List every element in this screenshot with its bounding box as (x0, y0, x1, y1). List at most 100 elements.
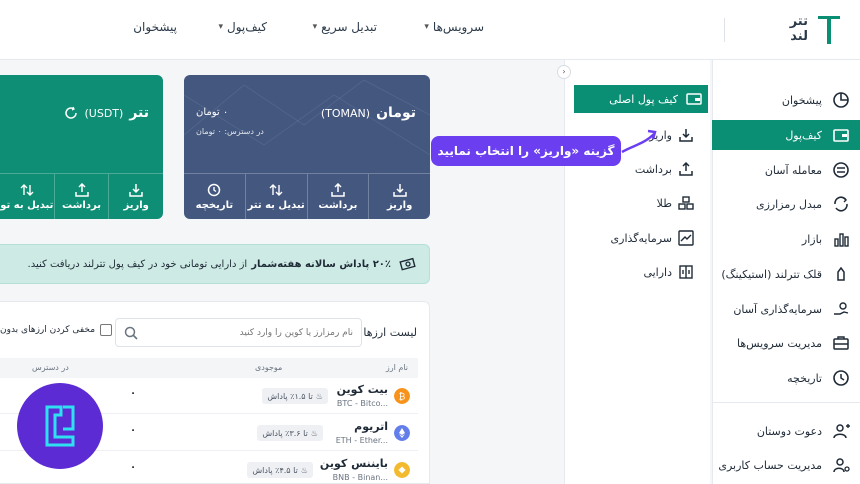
sidebar-item-wallet[interactable]: کیف‌پول (712, 120, 860, 150)
sidebar-item-easy-trade[interactable]: معامله آسان (712, 155, 860, 185)
sidebar-item-market[interactable]: بازار (712, 224, 860, 254)
refresh-icon[interactable] (64, 106, 78, 120)
swap-icon (20, 183, 34, 196)
card-actions: واریز برداشت تبدیل به تو (0, 173, 163, 219)
deposit-icon (679, 129, 693, 142)
toman-convert-button[interactable]: تبدیل به تتر (244, 174, 307, 219)
search-icon[interactable] (124, 326, 138, 340)
asset-list-title: لیست ارزها (363, 326, 417, 339)
converter-icon (834, 196, 848, 212)
submenu-item-gold[interactable]: طلا (576, 190, 698, 216)
toman-withdraw-button[interactable]: برداشت (306, 174, 369, 219)
nav-services[interactable]: سرویس‌ها ▾ (424, 20, 484, 34)
deposit-icon (392, 183, 407, 197)
instruction-tooltip: گزینه «واریز» را انتخاب نمایید (431, 136, 621, 166)
toman-deposit-button[interactable]: واریز (368, 174, 430, 219)
bar-chart-icon (834, 233, 849, 247)
sidebar-item-staking[interactable]: قلک تترلند (استیکینگ) (712, 259, 860, 289)
table-header: نام ارز موجودی در دسترس (0, 358, 418, 378)
nav-wallet[interactable]: کیف‌پول ▾ (218, 20, 267, 34)
sidebar-item-converter[interactable]: مبدل رمزارزی (712, 189, 860, 219)
sidebar-item-label: کیف‌پول (785, 128, 822, 142)
sidebar-item-dashboard[interactable]: پیشخوان (712, 85, 860, 115)
toman-history-button[interactable]: تاریخچه (184, 174, 245, 219)
submenu-item-investment[interactable]: سرمایه‌گذاری (576, 225, 698, 251)
swap-icon (269, 183, 283, 196)
usdt-convert-button[interactable]: تبدیل به تو (0, 174, 54, 219)
sidebar-item-account[interactable]: مدیریت حساب کاربری (712, 450, 860, 480)
usdt-wallet-card: تتر (USDT) واریز برداشت تبدیل به تو (0, 75, 163, 219)
sidebar-item-label: دعوت دوستان (756, 424, 822, 438)
sidebar-item-label: قلک تترلند (استیکینگ) (721, 267, 822, 281)
brand-logo[interactable]: تتر لند (770, 12, 840, 48)
card-currency-code: (USDT) (84, 106, 124, 120)
column-header-balance: موجودی (255, 363, 283, 372)
submenu-label: برداشت (634, 162, 672, 176)
chart-pie-icon (833, 92, 849, 108)
hide-small-checkbox[interactable] (100, 324, 113, 336)
trend-icon (678, 230, 694, 246)
action-label: برداشت (318, 199, 358, 211)
card-currency-name: تومان (376, 105, 416, 121)
wallet-icon (686, 93, 702, 105)
withdraw-icon (74, 182, 89, 197)
sidebar-item-label: بازار (801, 232, 822, 246)
piggy-bank-icon (837, 266, 845, 281)
sidebar-item-label: مدیریت سرویس‌ها (737, 336, 822, 350)
wallet-icon (833, 129, 849, 142)
sidebar-item-history[interactable]: تاریخچه (712, 363, 860, 393)
nav-quick-convert[interactable]: تبدیل سریع ▾ (313, 20, 377, 34)
coin-balance: ۰ (130, 462, 137, 473)
sidebar-item-investment[interactable]: سرمایه‌گذاری آسان (712, 294, 860, 324)
tooltip-text: گزینه «واریز» را انتخاب نمایید (437, 144, 615, 158)
flame-icon: ♨ (310, 428, 318, 438)
collapse-chevron-icon[interactable]: ‹ (557, 65, 571, 79)
card-available: در دسترس: ۰ تومان (196, 127, 264, 136)
reward-banner[interactable]: ۲۰٪ پاداش سالانه هفته‌شمار از دارایی توم… (0, 244, 430, 284)
chevron-down-icon: ▾ (424, 22, 429, 32)
hide-small-label: مخفی کردن ارزهای بدون (0, 325, 96, 335)
exchange-icon (833, 162, 849, 178)
reward-text: تا ۳.۶٪ پاداش (262, 428, 308, 438)
coin-name: بایننس کوین (319, 457, 388, 470)
hide-small-balances[interactable]: مخفی کردن ارزهای بدون (0, 324, 113, 336)
submenu-item-assets[interactable]: دارایی (576, 259, 698, 285)
watermark-logo (17, 383, 103, 469)
sidebar-item-services[interactable]: مدیریت سرویس‌ها (712, 328, 860, 358)
logo-mark-icon (818, 16, 840, 44)
banner-highlight: ۲۰٪ پاداش سالانه هفته‌شمار (251, 258, 391, 270)
card-title: تومان (TOMAN) (321, 105, 416, 121)
brand-watermark-icon (45, 405, 75, 447)
nav-dashboard[interactable]: پیشخوان (133, 20, 177, 34)
top-bar: تتر لند پیشخوان کیف‌پول ▾ تبدیل سریع ▾ سرو… (0, 0, 860, 60)
action-label: تاریخچه (195, 199, 234, 211)
investment-icon (834, 302, 849, 315)
reward-badge: ♨ تا ۱.۵٪ پاداش (262, 388, 328, 404)
submenu-main-wallet[interactable]: کیف پول اصلی (574, 85, 708, 113)
sidebar-item-label: مبدل رمزارزی (755, 197, 822, 211)
card-currency-code: (TOMAN) (320, 106, 371, 120)
add-user-icon (833, 424, 850, 439)
nav-label: کیف‌پول (226, 20, 267, 34)
sidebar-item-label: معامله آسان (764, 163, 822, 177)
coin-symbol: BNB - Binan... (332, 473, 388, 482)
nav-label: سرویس‌ها (432, 20, 484, 34)
arrow-pointer-icon (621, 129, 657, 154)
sidebar-item-label: تاریخچه (787, 371, 822, 385)
usdt-withdraw-button[interactable]: برداشت (53, 174, 109, 219)
coin-balance: ۰ (130, 388, 137, 399)
history-icon (833, 370, 849, 386)
reward-text: تا ۱.۵٪ پاداش (267, 391, 313, 401)
sidebar-item-label: مدیریت حساب کاربری (718, 458, 822, 472)
sidebar-divider (712, 402, 860, 403)
search-input[interactable] (153, 327, 353, 338)
card-pattern (184, 79, 430, 156)
usdt-deposit-button[interactable]: واریز (108, 174, 163, 219)
sidebar: پیشخوان کیف‌پول معامله آسان مبدل رمزارزی… (712, 60, 860, 484)
action-label: واریز (386, 199, 413, 211)
sidebar-item-invite[interactable]: دعوت دوستان (712, 416, 860, 446)
submenu-label: کیف پول اصلی (609, 92, 678, 106)
card-title: تتر (USDT) (64, 105, 149, 121)
svg-text:₿: ₿ (399, 392, 406, 403)
assets-icon (679, 265, 693, 279)
